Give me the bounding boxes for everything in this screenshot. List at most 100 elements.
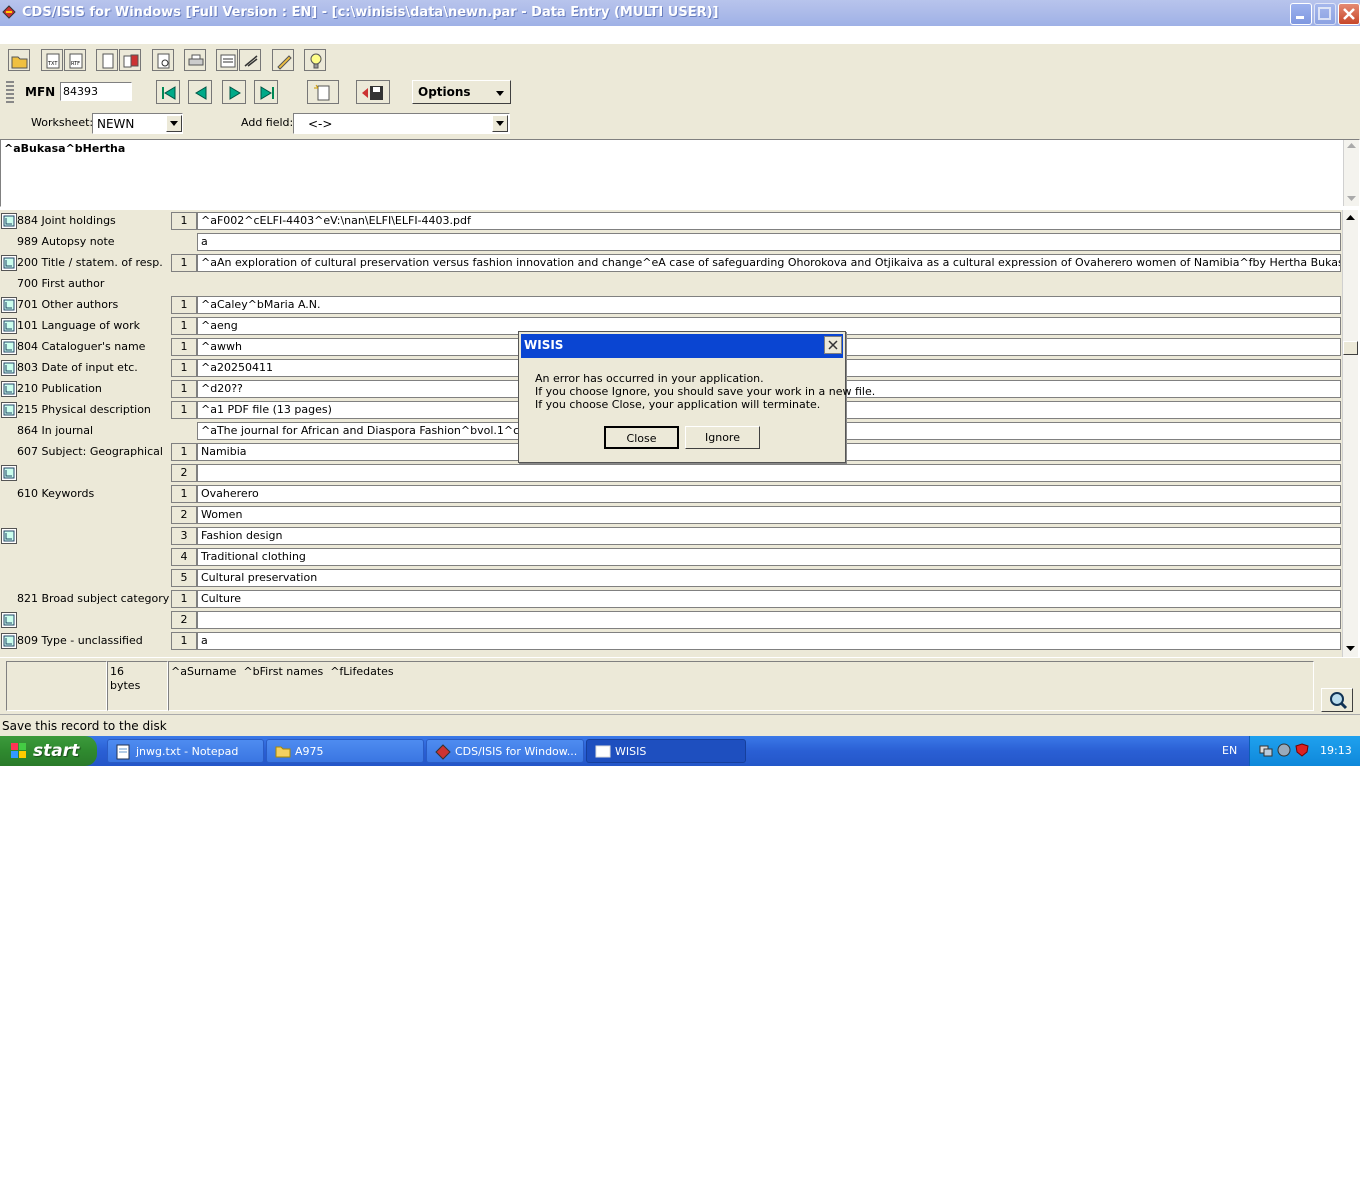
occurrence-number: 1 <box>171 401 197 419</box>
task-folder[interactable]: A975 <box>266 739 424 763</box>
zoom-button[interactable] <box>1321 688 1353 712</box>
network-icon[interactable] <box>1259 743 1273 757</box>
field-action-icon[interactable] <box>1 297 17 313</box>
svg-text:RTF: RTF <box>71 61 80 67</box>
scroll-up-icon[interactable] <box>1346 215 1355 221</box>
worksheet-dropdown-arrow[interactable] <box>166 115 182 132</box>
field-editor[interactable]: ^aBukasa^bHertha <box>0 139 1360 207</box>
last-record-button[interactable] <box>254 80 278 104</box>
security-shield-icon[interactable] <box>1295 743 1309 757</box>
field-value-input[interactable]: ^aF002^cELFI-4403^eV:\nan\ELFI\ELFI-4403… <box>197 212 1341 230</box>
field-action-icon[interactable] <box>1 612 17 628</box>
magnifier-icon <box>1330 692 1348 710</box>
field-action-icon[interactable] <box>1 402 17 418</box>
field-value-input[interactable]: a <box>197 632 1341 650</box>
task-label: jnwg.txt - Notepad <box>136 745 239 758</box>
field-action-icon[interactable] <box>1 633 17 649</box>
inverted-file-button[interactable] <box>239 49 261 71</box>
field-list-scrollbar[interactable] <box>1342 210 1358 657</box>
scroll-down-icon[interactable] <box>1346 646 1355 652</box>
dialog-message-line-2: If you choose Ignore, you should save yo… <box>535 385 876 398</box>
field-action-icon[interactable] <box>1 339 17 355</box>
save-record-button[interactable] <box>356 80 390 104</box>
field-value-input[interactable]: Ovaherero <box>197 485 1341 503</box>
dialog-message-line-3: If you choose Close, your application wi… <box>535 398 821 411</box>
close-window-button[interactable] <box>1338 3 1360 25</box>
field-action-icon[interactable] <box>1 318 17 334</box>
task-wisis[interactable]: WISIS <box>586 739 746 763</box>
field-value-input[interactable] <box>197 464 1341 482</box>
options-dropdown[interactable]: Options <box>412 80 511 104</box>
field-row: 5 Cultural preservation <box>0 567 1342 588</box>
new-record-button[interactable] <box>307 80 339 104</box>
task-notepad[interactable]: jnwg.txt - Notepad <box>107 739 264 763</box>
display-button[interactable] <box>216 49 238 71</box>
field-row: 2 <box>0 462 1342 483</box>
mfn-input[interactable] <box>60 82 132 101</box>
dialog-close-button[interactable] <box>824 336 842 354</box>
occurrence-number: 1 <box>171 485 197 503</box>
field-action-icon[interactable] <box>1 381 17 397</box>
field-action-icon[interactable] <box>1 528 17 544</box>
field-value-input[interactable]: Cultural preservation <box>197 569 1341 587</box>
maximize-button[interactable] <box>1314 3 1336 25</box>
chevron-down-icon <box>170 121 178 126</box>
field-value-input[interactable]: ^aCaley^bMaria A.N. <box>197 296 1341 314</box>
window-title: CDS/ISIS for Windows [Full Version : EN]… <box>22 5 719 20</box>
search-document-button[interactable] <box>152 49 174 71</box>
field-label: 821 Broad subject category <box>17 592 170 605</box>
field-label: 804 Cataloguer's name <box>17 340 146 353</box>
field-value-input[interactable]: Culture <box>197 590 1341 608</box>
edit-pencil-button[interactable] <box>272 49 294 71</box>
print-txt-button[interactable]: TXT <box>41 49 63 71</box>
language-indicator[interactable]: EN <box>1222 744 1237 757</box>
speaker-icon[interactable] <box>1277 743 1291 757</box>
occurrence-number: 2 <box>171 611 197 629</box>
toolbar-grip <box>6 81 14 103</box>
field-label: 884 Joint holdings <box>17 214 116 227</box>
close-icon <box>828 340 838 350</box>
field-action-icon[interactable] <box>1 360 17 376</box>
field-action-icon[interactable] <box>1 213 17 229</box>
field-value-input[interactable]: ^aAn exploration of cultural preservatio… <box>197 254 1341 272</box>
print-rtf-button[interactable]: RTF <box>64 49 86 71</box>
add-field-dropdown-arrow[interactable] <box>492 115 508 132</box>
occurrence-number: 2 <box>171 464 197 482</box>
mfn-label: MFN <box>25 85 56 99</box>
app-icon <box>2 5 16 19</box>
field-action-icon[interactable] <box>1 255 17 271</box>
worksheet-select[interactable]: NEWN <box>92 113 183 134</box>
copy-button[interactable] <box>96 49 118 71</box>
field-label: 200 Title / statem. of resp. <box>17 256 163 269</box>
occurrence-number: 2 <box>171 506 197 524</box>
previous-record-button[interactable] <box>188 80 212 104</box>
dialog-ignore-button[interactable]: Ignore <box>685 426 760 449</box>
minimize-button[interactable] <box>1290 3 1312 25</box>
subfield-hint: ^aSurname ^bFirst names ^fLifedates <box>171 665 394 678</box>
help-lightbulb-icon[interactable] <box>304 49 326 71</box>
start-button[interactable]: start <box>0 736 97 766</box>
add-field-value: <-> <box>308 117 333 131</box>
paste-button[interactable] <box>119 49 141 71</box>
editor-scrollbar[interactable] <box>1343 140 1359 206</box>
dialog-close-action-button[interactable]: Close <box>604 426 679 449</box>
field-label: 610 Keywords <box>17 487 95 500</box>
field-value-input[interactable]: Traditional clothing <box>197 548 1341 566</box>
field-value-input[interactable] <box>197 611 1341 629</box>
field-action-icon[interactable] <box>1 465 17 481</box>
title-bar: CDS/ISIS for Windows [Full Version : EN]… <box>0 0 1360 26</box>
task-cdsisis[interactable]: CDS/ISIS for Window... <box>426 739 584 763</box>
field-value-input[interactable]: a <box>197 233 1341 251</box>
folder-icon <box>275 746 291 758</box>
field-value-input[interactable]: Women <box>197 506 1341 524</box>
open-database-button[interactable] <box>8 49 30 71</box>
scroll-thumb[interactable] <box>1343 341 1358 355</box>
task-label: CDS/ISIS for Window... <box>455 745 578 758</box>
first-record-button[interactable] <box>156 80 180 104</box>
add-field-select[interactable]: <-> <box>293 113 510 134</box>
info-box-left <box>6 661 107 711</box>
task-label: WISIS <box>615 745 647 758</box>
next-record-button[interactable] <box>222 80 246 104</box>
print-icon[interactable] <box>184 49 206 71</box>
field-value-input[interactable]: Fashion design <box>197 527 1341 545</box>
